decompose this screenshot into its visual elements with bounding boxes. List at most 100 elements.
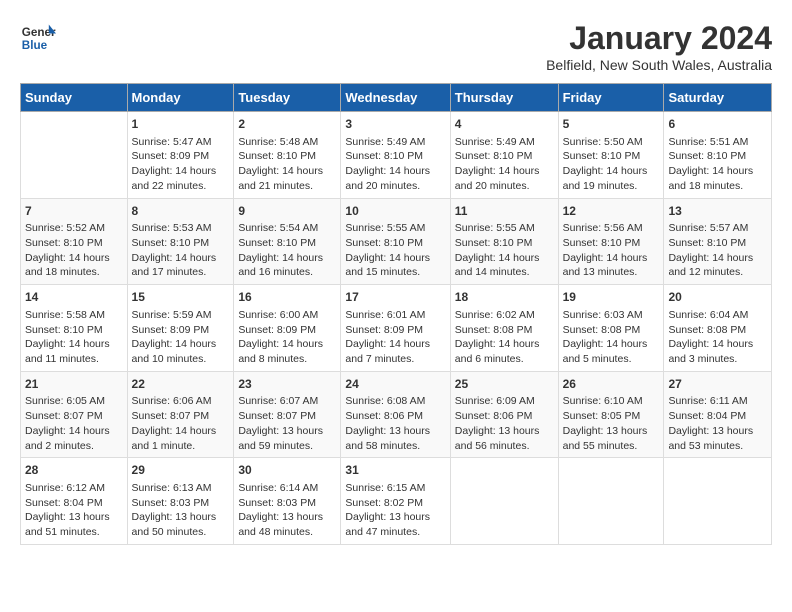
day-info: and 59 minutes. xyxy=(238,439,336,454)
header-friday: Friday xyxy=(558,84,664,112)
day-info: Sunset: 8:07 PM xyxy=(238,409,336,424)
calendar-cell: 9Sunrise: 5:54 AMSunset: 8:10 PMDaylight… xyxy=(234,198,341,285)
calendar-cell: 10Sunrise: 5:55 AMSunset: 8:10 PMDayligh… xyxy=(341,198,450,285)
day-info: Sunset: 8:10 PM xyxy=(238,149,336,164)
day-info: Daylight: 14 hours xyxy=(132,424,230,439)
day-number: 1 xyxy=(132,116,230,133)
calendar-cell: 23Sunrise: 6:07 AMSunset: 8:07 PMDayligh… xyxy=(234,371,341,458)
calendar-cell: 3Sunrise: 5:49 AMSunset: 8:10 PMDaylight… xyxy=(341,112,450,199)
day-info: Sunset: 8:06 PM xyxy=(345,409,445,424)
day-info: Sunrise: 6:12 AM xyxy=(25,481,123,496)
header-sunday: Sunday xyxy=(21,84,128,112)
day-info: Sunrise: 6:01 AM xyxy=(345,308,445,323)
day-number: 13 xyxy=(668,203,767,220)
day-info: Daylight: 14 hours xyxy=(238,337,336,352)
day-info: and 48 minutes. xyxy=(238,525,336,540)
day-info: Daylight: 14 hours xyxy=(455,164,554,179)
day-info: Daylight: 14 hours xyxy=(563,164,660,179)
day-info: and 15 minutes. xyxy=(345,265,445,280)
day-info: Daylight: 13 hours xyxy=(25,510,123,525)
day-info: Sunset: 8:10 PM xyxy=(25,323,123,338)
day-info: Sunrise: 6:07 AM xyxy=(238,394,336,409)
day-info: Sunset: 8:10 PM xyxy=(455,236,554,251)
day-info: Sunrise: 6:02 AM xyxy=(455,308,554,323)
calendar-cell: 27Sunrise: 6:11 AMSunset: 8:04 PMDayligh… xyxy=(664,371,772,458)
day-number: 29 xyxy=(132,462,230,479)
calendar-cell xyxy=(558,458,664,545)
calendar-cell: 6Sunrise: 5:51 AMSunset: 8:10 PMDaylight… xyxy=(664,112,772,199)
day-number: 21 xyxy=(25,376,123,393)
day-info: Sunset: 8:10 PM xyxy=(345,236,445,251)
day-number: 16 xyxy=(238,289,336,306)
calendar-cell: 24Sunrise: 6:08 AMSunset: 8:06 PMDayligh… xyxy=(341,371,450,458)
logo-icon: General Blue xyxy=(20,20,56,56)
day-info: and 8 minutes. xyxy=(238,352,336,367)
day-info: Daylight: 14 hours xyxy=(668,164,767,179)
calendar-cell xyxy=(21,112,128,199)
day-number: 23 xyxy=(238,376,336,393)
day-info: and 58 minutes. xyxy=(345,439,445,454)
day-info: Daylight: 14 hours xyxy=(238,251,336,266)
day-info: Sunset: 8:09 PM xyxy=(132,149,230,164)
day-info: Sunrise: 6:05 AM xyxy=(25,394,123,409)
day-number: 8 xyxy=(132,203,230,220)
calendar-cell xyxy=(664,458,772,545)
day-info: Sunrise: 5:57 AM xyxy=(668,221,767,236)
day-info: and 47 minutes. xyxy=(345,525,445,540)
day-info: Sunset: 8:02 PM xyxy=(345,496,445,511)
day-number: 25 xyxy=(455,376,554,393)
day-info: and 17 minutes. xyxy=(132,265,230,280)
day-info: Sunset: 8:08 PM xyxy=(455,323,554,338)
day-info: Sunrise: 5:56 AM xyxy=(563,221,660,236)
day-info: Sunset: 8:10 PM xyxy=(345,149,445,164)
day-info: and 19 minutes. xyxy=(563,179,660,194)
day-info: Sunrise: 6:08 AM xyxy=(345,394,445,409)
day-number: 18 xyxy=(455,289,554,306)
day-info: Daylight: 13 hours xyxy=(345,510,445,525)
calendar-cell: 8Sunrise: 5:53 AMSunset: 8:10 PMDaylight… xyxy=(127,198,234,285)
day-info: Sunset: 8:07 PM xyxy=(132,409,230,424)
day-info: Sunset: 8:09 PM xyxy=(238,323,336,338)
calendar-cell: 1Sunrise: 5:47 AMSunset: 8:09 PMDaylight… xyxy=(127,112,234,199)
day-info: and 13 minutes. xyxy=(563,265,660,280)
day-number: 22 xyxy=(132,376,230,393)
day-info: Sunrise: 6:14 AM xyxy=(238,481,336,496)
day-info: Sunset: 8:10 PM xyxy=(455,149,554,164)
day-info: and 14 minutes. xyxy=(455,265,554,280)
day-info: and 56 minutes. xyxy=(455,439,554,454)
day-info: Sunrise: 5:51 AM xyxy=(668,135,767,150)
day-number: 4 xyxy=(455,116,554,133)
calendar-cell: 2Sunrise: 5:48 AMSunset: 8:10 PMDaylight… xyxy=(234,112,341,199)
day-info: Daylight: 14 hours xyxy=(132,164,230,179)
day-info: Daylight: 13 hours xyxy=(238,510,336,525)
day-info: Daylight: 14 hours xyxy=(25,424,123,439)
calendar-cell: 7Sunrise: 5:52 AMSunset: 8:10 PMDaylight… xyxy=(21,198,128,285)
day-info: Daylight: 13 hours xyxy=(668,424,767,439)
day-info: Sunrise: 5:59 AM xyxy=(132,308,230,323)
day-info: Sunrise: 6:11 AM xyxy=(668,394,767,409)
day-number: 2 xyxy=(238,116,336,133)
day-info: and 16 minutes. xyxy=(238,265,336,280)
header-saturday: Saturday xyxy=(664,84,772,112)
day-info: Daylight: 14 hours xyxy=(345,164,445,179)
week-row-4: 21Sunrise: 6:05 AMSunset: 8:07 PMDayligh… xyxy=(21,371,772,458)
day-info: Sunrise: 5:49 AM xyxy=(345,135,445,150)
calendar-cell: 25Sunrise: 6:09 AMSunset: 8:06 PMDayligh… xyxy=(450,371,558,458)
day-info: Sunrise: 6:04 AM xyxy=(668,308,767,323)
calendar-cell: 31Sunrise: 6:15 AMSunset: 8:02 PMDayligh… xyxy=(341,458,450,545)
day-info: and 3 minutes. xyxy=(668,352,767,367)
subtitle: Belfield, New South Wales, Australia xyxy=(546,57,772,73)
day-info: and 51 minutes. xyxy=(25,525,123,540)
day-info: and 53 minutes. xyxy=(668,439,767,454)
calendar-cell: 16Sunrise: 6:00 AMSunset: 8:09 PMDayligh… xyxy=(234,285,341,372)
day-info: Daylight: 14 hours xyxy=(132,337,230,352)
day-info: and 1 minute. xyxy=(132,439,230,454)
day-number: 26 xyxy=(563,376,660,393)
day-info: Sunrise: 5:53 AM xyxy=(132,221,230,236)
day-number: 19 xyxy=(563,289,660,306)
day-number: 7 xyxy=(25,203,123,220)
day-info: Sunrise: 6:03 AM xyxy=(563,308,660,323)
calendar-cell: 29Sunrise: 6:13 AMSunset: 8:03 PMDayligh… xyxy=(127,458,234,545)
calendar-cell: 19Sunrise: 6:03 AMSunset: 8:08 PMDayligh… xyxy=(558,285,664,372)
day-info: Sunset: 8:04 PM xyxy=(25,496,123,511)
